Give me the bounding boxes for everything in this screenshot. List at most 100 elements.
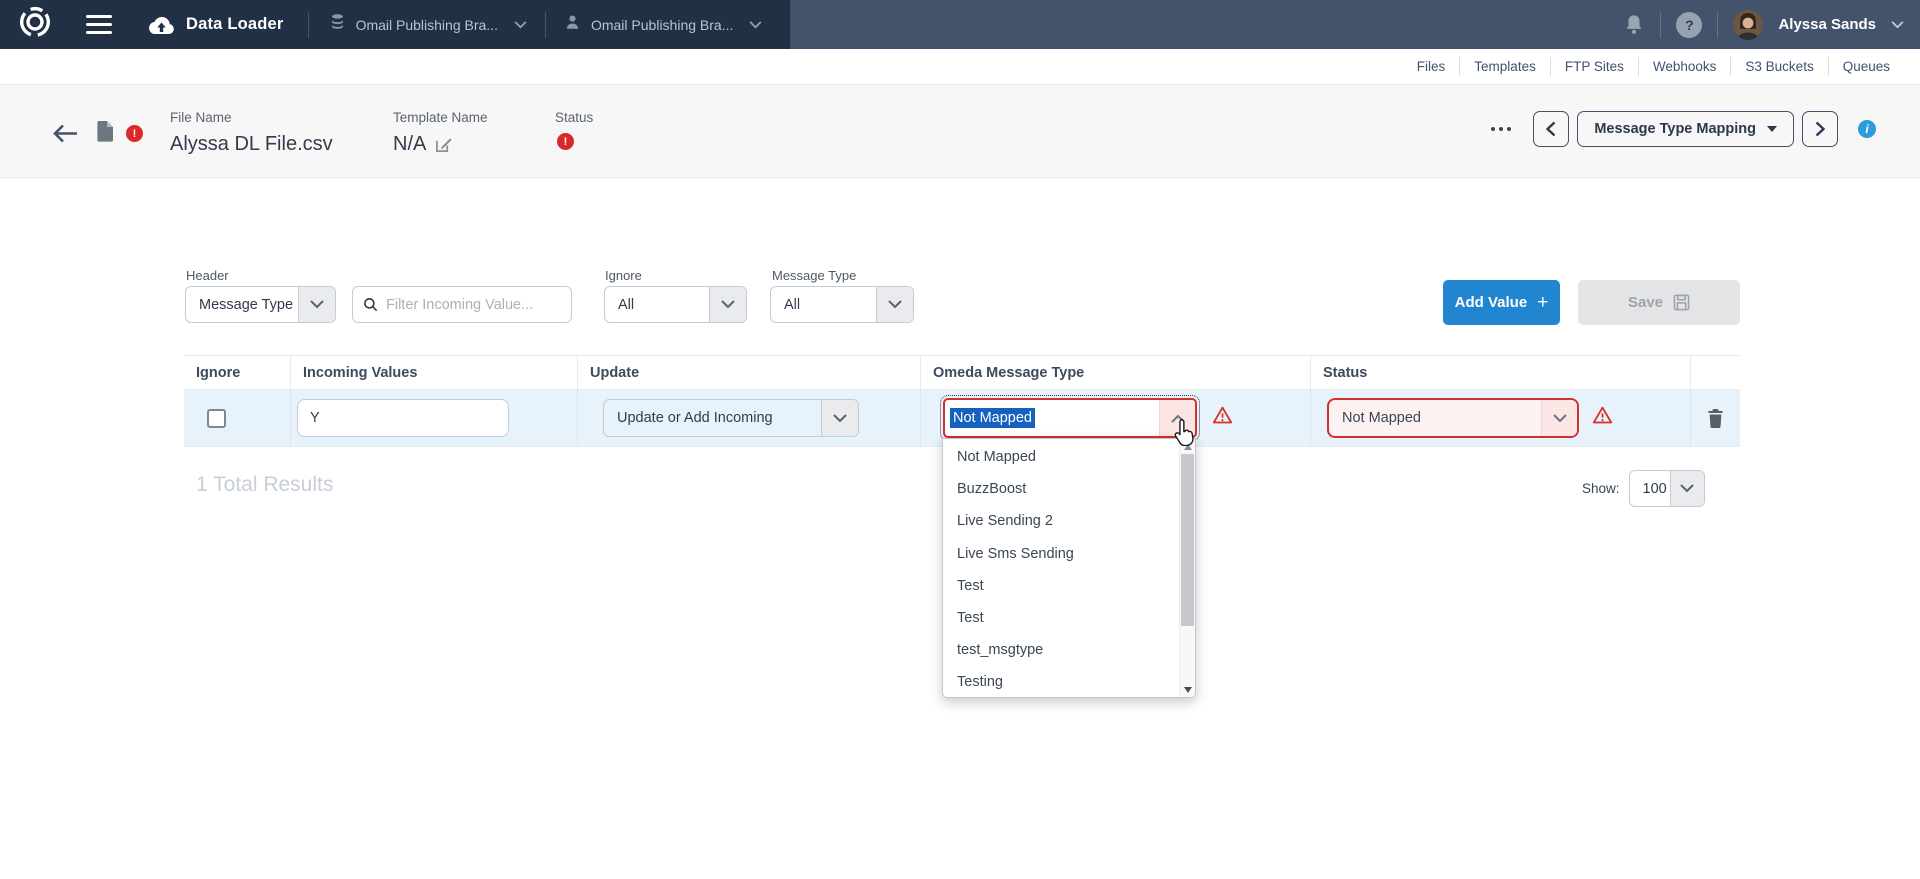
file-document-icon[interactable]	[96, 120, 114, 147]
navbar-divider	[1660, 12, 1661, 38]
chevron-down-icon[interactable]	[1541, 400, 1577, 436]
header-filter-select[interactable]: Message Type	[185, 286, 336, 323]
dropdown-option[interactable]: BuzzBoost	[943, 473, 1195, 505]
add-value-button[interactable]: Add Value +	[1443, 280, 1560, 325]
save-label: Save	[1628, 294, 1663, 311]
message-type-filter-value: All	[771, 297, 876, 313]
status-label: Status	[555, 110, 593, 125]
database-dropdown[interactable]: Omail Publishing Bra...	[329, 13, 527, 36]
top-navbar-right: ? Alyssa Sands	[790, 0, 1920, 49]
message-type-filter-select[interactable]: All	[770, 286, 914, 323]
top-navbar: Data Loader Omail Publishing Bra...	[0, 0, 1920, 49]
data-loader-page: Data Loader Omail Publishing Bra...	[0, 0, 1920, 879]
ignore-filter-select[interactable]: All	[604, 286, 747, 323]
show-count-value: 100	[1630, 481, 1670, 497]
chevron-down-icon	[514, 21, 527, 29]
edit-template-icon[interactable]	[435, 136, 452, 153]
database-icon	[329, 13, 346, 36]
status-combobox-value: Not Mapped	[1329, 410, 1541, 426]
secondary-nav-link[interactable]: Webhooks	[1638, 57, 1731, 76]
mapping-table: IgnoreIncoming ValuesUpdateOmeda Message…	[184, 355, 1740, 447]
navbar-divider	[308, 12, 309, 38]
dropdown-option[interactable]: Testing	[943, 666, 1195, 698]
app-title: Data Loader	[186, 15, 284, 34]
show-per-page: Show: 100	[1582, 470, 1705, 507]
hamburger-menu-icon[interactable]	[86, 15, 112, 34]
next-mapping-button[interactable]	[1802, 111, 1838, 147]
file-name-group: File Name Alyssa DL File.csv	[170, 110, 333, 156]
user-name[interactable]: Alyssa Sands	[1778, 16, 1876, 33]
status-group: Status !	[555, 110, 593, 150]
person-icon	[564, 13, 581, 36]
save-button[interactable]: Save	[1578, 280, 1740, 325]
warning-triangle-icon	[1592, 405, 1613, 431]
total-results-text: 1 Total Results	[196, 473, 333, 497]
table-column-header: Omeda Message Type	[920, 356, 1310, 389]
database-dropdown-label: Omail Publishing Bra...	[356, 17, 498, 33]
secondary-nav-link[interactable]: S3 Buckets	[1730, 57, 1827, 76]
secondary-nav-link[interactable]: Queues	[1828, 57, 1904, 76]
header-filter-label: Header	[186, 268, 229, 283]
chevron-down-icon	[709, 287, 746, 322]
chevron-down-icon	[821, 400, 858, 436]
ignore-filter-value: All	[605, 297, 709, 313]
dropdown-option[interactable]: Not Mapped	[943, 441, 1195, 473]
cloud-upload-icon	[148, 15, 175, 35]
back-arrow-icon[interactable]	[52, 123, 79, 149]
dropdown-option[interactable]: Test	[943, 570, 1195, 602]
caret-down-icon	[1767, 126, 1777, 132]
table-column-header: Update	[577, 356, 920, 389]
show-count-select[interactable]: 100	[1629, 470, 1705, 507]
chevron-down-icon	[876, 287, 913, 322]
dropdown-option[interactable]: Live Sending 2	[943, 505, 1195, 537]
mapping-selector-label: Message Type Mapping	[1594, 121, 1756, 137]
search-input[interactable]	[386, 297, 573, 313]
mapping-selector-dropdown[interactable]: Message Type Mapping	[1577, 111, 1794, 147]
secondary-nav-link[interactable]: Files	[1403, 57, 1460, 76]
delete-row-trash-icon[interactable]	[1691, 408, 1740, 429]
incoming-value-input[interactable]	[297, 399, 509, 437]
navbar-divider	[545, 12, 546, 38]
show-label: Show:	[1582, 481, 1620, 496]
status-error-icon: !	[557, 133, 574, 150]
save-floppy-icon	[1673, 294, 1690, 311]
top-navbar-left: Data Loader Omail Publishing Bra...	[0, 0, 790, 49]
previous-mapping-button[interactable]	[1533, 111, 1569, 147]
user-avatar[interactable]	[1733, 10, 1763, 40]
file-name-label: File Name	[170, 110, 333, 125]
update-select-value: Update or Add Incoming	[604, 410, 821, 426]
secondary-nav: FilesTemplatesFTP SitesWebhooksS3 Bucket…	[0, 49, 1920, 85]
template-name-value: N/A	[393, 133, 426, 156]
message-type-filter-label: Message Type	[772, 268, 856, 283]
notifications-bell-icon[interactable]	[1623, 13, 1645, 37]
status-combobox[interactable]: Not Mapped	[1327, 398, 1579, 438]
table-column-header: Incoming Values	[290, 356, 577, 389]
brand-dropdown[interactable]: Omail Publishing Bra...	[564, 13, 762, 36]
secondary-nav-link[interactable]: FTP Sites	[1550, 57, 1638, 76]
table-header-row: IgnoreIncoming ValuesUpdateOmeda Message…	[184, 355, 1740, 390]
scrollbar-thumb[interactable]	[1181, 454, 1194, 626]
template-name-label: Template Name	[393, 110, 488, 125]
template-name-group: Template Name N/A	[393, 110, 488, 156]
chevron-down-icon	[298, 287, 335, 322]
table-column-header: Status	[1310, 356, 1690, 389]
omeda-message-type-value: Not Mapped	[950, 408, 1035, 428]
user-menu-chevron-icon[interactable]	[1891, 21, 1904, 29]
update-select[interactable]: Update or Add Incoming	[603, 399, 859, 437]
plus-icon: +	[1537, 292, 1548, 314]
dropdown-option[interactable]: Live Sms Sending	[943, 538, 1195, 570]
scroll-down-icon[interactable]	[1180, 682, 1195, 697]
info-icon[interactable]: i	[1858, 120, 1876, 138]
help-icon[interactable]: ?	[1676, 12, 1702, 38]
add-value-label: Add Value	[1455, 294, 1528, 311]
dropdown-scrollbar[interactable]	[1179, 439, 1195, 697]
mouse-cursor-pointer-icon	[1172, 418, 1194, 451]
chevron-down-icon	[1670, 471, 1704, 506]
omeda-message-type-combobox[interactable]: Not Mapped	[943, 398, 1197, 438]
dropdown-option[interactable]: Test	[943, 602, 1195, 634]
secondary-nav-link[interactable]: Templates	[1459, 57, 1550, 76]
ignore-checkbox[interactable]	[207, 409, 226, 428]
omeda-logo-icon[interactable]	[18, 5, 52, 44]
dropdown-option[interactable]: test_msgtype	[943, 634, 1195, 666]
more-options-icon[interactable]	[1491, 127, 1511, 131]
